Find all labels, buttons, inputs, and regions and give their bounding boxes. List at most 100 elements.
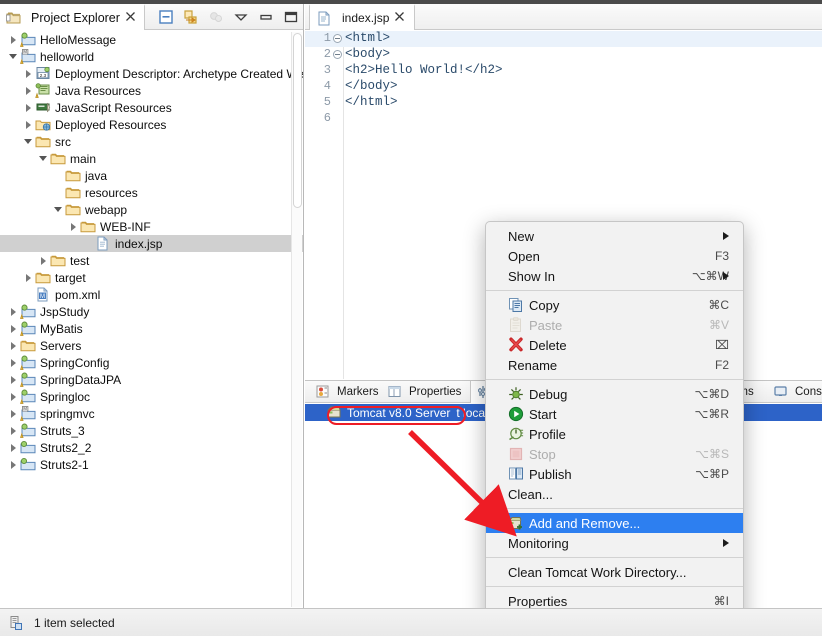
- chevron-right-icon[interactable]: [23, 272, 34, 283]
- chevron-right-icon[interactable]: [23, 68, 34, 79]
- tree-row[interactable]: Java Resources: [0, 82, 303, 99]
- project-warning-icon: [20, 423, 37, 438]
- tab-console[interactable]: Cons: [767, 381, 822, 403]
- collapse-all-icon[interactable]: [158, 9, 174, 25]
- project-tree[interactable]: HelloMessage Mhelloworld 2.3 Deployment Des…: [0, 31, 303, 608]
- menu-item-new[interactable]: New: [486, 226, 743, 246]
- tree-row[interactable]: SpringConfig: [0, 354, 303, 371]
- code-line[interactable]: 3 <h2>Hello World!</h2>: [305, 63, 822, 79]
- chevron-right-icon[interactable]: [68, 221, 79, 232]
- tab-markers[interactable]: Markers: [309, 381, 386, 403]
- project-warning-icon: [20, 304, 37, 319]
- menu-item-monitoring[interactable]: Monitoring: [486, 533, 743, 553]
- tree-row[interactable]: WEB-INF: [0, 218, 303, 235]
- tree-row[interactable]: java: [0, 167, 303, 184]
- tree-row[interactable]: webapp: [0, 201, 303, 218]
- tab-index-jsp[interactable]: index.jsp: [309, 4, 416, 30]
- menu-item-clean[interactable]: Clean...: [486, 484, 743, 504]
- tree-row[interactable]: Mpom.xml: [0, 286, 303, 303]
- tree-scrollbar[interactable]: [291, 32, 302, 607]
- tree-row[interactable]: src: [0, 133, 303, 150]
- minimize-icon[interactable]: [258, 9, 274, 25]
- copy-icon: [508, 297, 524, 313]
- tree-row[interactable]: Mspringmvc: [0, 405, 303, 422]
- chevron-right-icon[interactable]: [8, 357, 19, 368]
- menu-item-delete[interactable]: Delete ⌧: [486, 335, 743, 355]
- project-explorer-title: Project Explorer: [31, 11, 120, 25]
- chevron-right-icon[interactable]: [8, 34, 19, 45]
- tree-row[interactable]: HelloMessage: [0, 31, 303, 48]
- menu-item-add-and-remove[interactable]: Add and Remove...: [486, 513, 743, 533]
- chevron-right-icon[interactable]: [23, 102, 34, 113]
- tab-properties[interactable]: Properties: [381, 381, 468, 403]
- tree-row[interactable]: main: [0, 150, 303, 167]
- project-warning-icon: [20, 355, 37, 370]
- menu-item-rename[interactable]: Rename F2: [486, 355, 743, 375]
- tree-row[interactable]: Deployed Resources: [0, 116, 303, 133]
- code-line[interactable]: 4 </body>: [305, 79, 822, 95]
- tree-row-label: pom.xml: [55, 287, 101, 302]
- tree-row[interactable]: target: [0, 269, 303, 286]
- maximize-icon[interactable]: [283, 9, 299, 25]
- chevron-down-icon[interactable]: [8, 51, 19, 62]
- tree-row[interactable]: Struts2-1: [0, 456, 303, 473]
- view-menu-icon[interactable]: [233, 9, 249, 25]
- debug-icon: [508, 386, 524, 402]
- chevron-right-icon[interactable]: [8, 408, 19, 419]
- menu-item-clean-tomcat-work-directory[interactable]: Clean Tomcat Work Directory...: [486, 562, 743, 582]
- fold-toggle-icon[interactable]: [333, 50, 342, 59]
- submenu-arrow-icon: [723, 272, 729, 280]
- tree-row[interactable]: SpringDataJPA: [0, 371, 303, 388]
- close-icon[interactable]: [394, 11, 405, 25]
- code-line[interactable]: 5 </html>: [305, 95, 822, 111]
- chevron-right-icon[interactable]: [8, 442, 19, 453]
- fold-toggle-icon[interactable]: [333, 34, 342, 43]
- chevron-right-icon[interactable]: [8, 425, 19, 436]
- menu-item-debug[interactable]: Debug ⌥⌘D: [486, 384, 743, 404]
- link-with-editor-icon[interactable]: [183, 9, 199, 25]
- menu-item-open[interactable]: Open F3: [486, 246, 743, 266]
- code-line[interactable]: 6: [305, 111, 822, 127]
- menu-item-publish[interactable]: Publish ⌥⌘P: [486, 464, 743, 484]
- tab-project-explorer[interactable]: Project Explorer: [0, 4, 145, 30]
- tree-row[interactable]: resources: [0, 184, 303, 201]
- menu-separator: [486, 557, 743, 558]
- code-line[interactable]: 2 <body>: [305, 47, 822, 63]
- tree-row[interactable]: JspStudy: [0, 303, 303, 320]
- tab-properties-label: Properties: [409, 386, 462, 398]
- menu-item-label: New: [508, 228, 535, 244]
- tree-row[interactable]: Mhelloworld: [0, 48, 303, 65]
- menu-item-copy[interactable]: Copy ⌘C: [486, 295, 743, 315]
- chevron-right-icon[interactable]: [8, 340, 19, 351]
- chevron-right-icon[interactable]: [23, 119, 34, 130]
- chevron-down-icon[interactable]: [38, 153, 49, 164]
- close-icon[interactable]: [125, 11, 136, 25]
- tree-scrollbar-thumb[interactable]: [293, 33, 302, 208]
- chevron-right-icon[interactable]: [23, 85, 34, 96]
- chevron-right-icon[interactable]: [8, 374, 19, 385]
- tree-row-selected[interactable]: index.jsp: [0, 235, 303, 252]
- chevron-right-icon[interactable]: [8, 306, 19, 317]
- tree-row[interactable]: Servers: [0, 337, 303, 354]
- chevron-right-icon[interactable]: [8, 391, 19, 402]
- tree-row-label: Struts2_2: [40, 440, 92, 455]
- server-context-menu[interactable]: New Open F3 Show In ⌥⌘W Copy ⌘C Paste ⌘V Delete ⌧ R…: [485, 221, 744, 636]
- menu-item-start[interactable]: Start ⌥⌘R: [486, 404, 743, 424]
- code-line[interactable]: 1 <html>: [305, 31, 822, 47]
- tree-row[interactable]: test: [0, 252, 303, 269]
- tree-row-label: java: [85, 168, 108, 183]
- chevron-down-icon[interactable]: [23, 136, 34, 147]
- tree-row[interactable]: MyBatis: [0, 320, 303, 337]
- tree-row[interactable]: Springloc: [0, 388, 303, 405]
- tree-row[interactable]: 2.3 Deployment Descriptor: Archetype Crea…: [0, 65, 303, 82]
- tree-row[interactable]: JavaScript Resources: [0, 99, 303, 116]
- menu-item-show-in[interactable]: Show In ⌥⌘W: [486, 266, 743, 286]
- menu-item-profile[interactable]: Profile: [486, 424, 743, 444]
- chevron-right-icon[interactable]: [8, 323, 19, 334]
- chevron-right-icon[interactable]: [8, 459, 19, 470]
- chevron-down-icon[interactable]: [53, 204, 64, 215]
- tree-row[interactable]: Struts_3: [0, 422, 303, 439]
- editor-tab-title: index.jsp: [342, 11, 390, 25]
- chevron-right-icon[interactable]: [38, 255, 49, 266]
- tree-row[interactable]: Struts2_2: [0, 439, 303, 456]
